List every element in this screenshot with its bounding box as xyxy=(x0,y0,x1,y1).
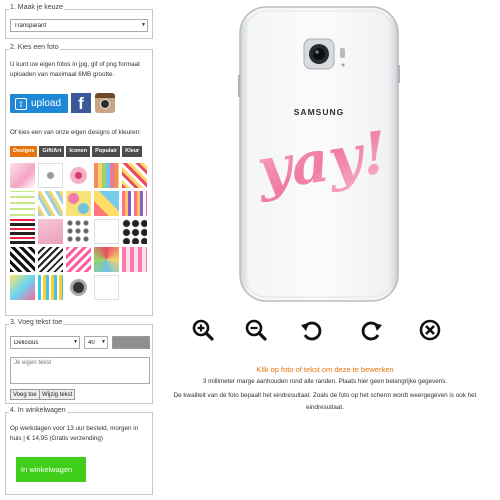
design-thumbnail[interactable] xyxy=(66,275,91,300)
design-thumbnail[interactable] xyxy=(94,163,119,188)
phone-preview[interactable]: SAMSUNG yay! xyxy=(238,5,400,303)
delivery-info: Op werkdagen voor 13 uur besteld, morgen… xyxy=(10,425,139,442)
design-thumbnail[interactable] xyxy=(66,191,91,216)
zoom-in-icon[interactable] xyxy=(192,319,214,341)
design-thumbnail[interactable] xyxy=(10,275,35,300)
tab-kleur[interactable]: Kleur xyxy=(122,146,143,157)
step-cart-panel: 4. In winkelwagen Op werkdagen voor 13 u… xyxy=(5,407,153,495)
font-size-select[interactable]: 40 xyxy=(84,336,108,349)
upload-instructions: U kunt uw eigen fotos in jpg, gif of png… xyxy=(10,61,140,78)
design-thumbnail[interactable] xyxy=(10,163,35,188)
design-thumbnail[interactable] xyxy=(94,219,119,244)
tab-populair[interactable]: Populair xyxy=(92,146,121,157)
zoom-out-icon[interactable] xyxy=(245,319,267,341)
delete-icon[interactable] xyxy=(419,319,441,341)
design-thumbnail[interactable] xyxy=(38,191,63,216)
design-thumbnail[interactable] xyxy=(38,247,63,272)
design-thumbnail[interactable] xyxy=(10,191,35,216)
upload-button[interactable]: ⇧ upload xyxy=(10,94,68,113)
designs-intro: Of kies een van onze eigen designs of kl… xyxy=(10,129,141,136)
design-thumbnail[interactable] xyxy=(38,275,63,300)
design-thumbnail[interactable] xyxy=(94,275,119,300)
step-photo-legend: 2. Kies een foto xyxy=(9,44,60,51)
margin-hint: 3 millimeter marge aanhouden rond alle r… xyxy=(202,378,448,385)
design-thumbnail[interactable] xyxy=(122,219,147,244)
add-text-button[interactable]: Voeg toe xyxy=(10,389,40,400)
font-select[interactable]: Delicious xyxy=(10,336,80,349)
add-to-cart-button[interactable]: In winkelwagen xyxy=(16,457,86,482)
edit-text-button[interactable]: Wijzig tekst xyxy=(39,389,76,400)
design-thumbnail[interactable] xyxy=(10,219,35,244)
design-grid xyxy=(10,163,147,300)
text-color-picker[interactable] xyxy=(112,336,150,349)
design-thumbnail[interactable] xyxy=(10,247,35,272)
step-choose-legend: 1. Maak je keuze xyxy=(9,4,64,11)
design-thumbnail[interactable] xyxy=(122,247,147,272)
design-tabs: Designs Gift/Art Iconen Populair Kleur xyxy=(10,146,143,157)
rotate-right-icon[interactable] xyxy=(361,319,383,341)
tab-gift-art[interactable]: Gift/Art xyxy=(39,146,65,157)
step-cart-legend: 4. In winkelwagen xyxy=(9,407,67,414)
case-type-select[interactable]: Transparant xyxy=(10,19,148,32)
design-thumbnail[interactable] xyxy=(66,247,91,272)
step-choose-panel: 1. Maak je keuze Transparant ▼ xyxy=(5,4,153,39)
tab-designs[interactable]: Designs xyxy=(10,146,38,157)
step-text-panel: 3. Voeg tekst toe Delicious ▼ 40 ▼ Voeg … xyxy=(5,319,153,404)
upload-label: upload xyxy=(31,98,62,109)
design-thumbnail[interactable] xyxy=(66,163,91,188)
design-thumbnail[interactable] xyxy=(38,219,63,244)
design-thumbnail[interactable] xyxy=(66,219,91,244)
instagram-icon[interactable] xyxy=(95,93,115,113)
step-text-legend: 3. Voeg tekst toe xyxy=(9,319,64,326)
facebook-icon[interactable]: f xyxy=(71,93,91,113)
design-thumbnail[interactable] xyxy=(94,247,119,272)
edit-hint: Klik op foto of tekst om deze te bewerke… xyxy=(256,365,394,374)
step-photo-panel: 2. Kies een foto U kunt uw eigen fotos i… xyxy=(5,44,153,316)
custom-text-input[interactable] xyxy=(10,357,150,384)
design-thumbnail[interactable] xyxy=(122,163,147,188)
phone-brand: SAMSUNG xyxy=(294,107,344,117)
upload-icon: ⇧ xyxy=(15,97,27,110)
design-thumbnail[interactable] xyxy=(122,191,147,216)
tab-iconen[interactable]: Iconen xyxy=(66,146,91,157)
design-thumbnail[interactable] xyxy=(94,191,119,216)
quality-hint: De kwaliteit van de foto bepaalt het ein… xyxy=(173,392,477,411)
design-thumbnail[interactable] xyxy=(38,163,63,188)
rotate-left-icon[interactable] xyxy=(300,319,322,341)
